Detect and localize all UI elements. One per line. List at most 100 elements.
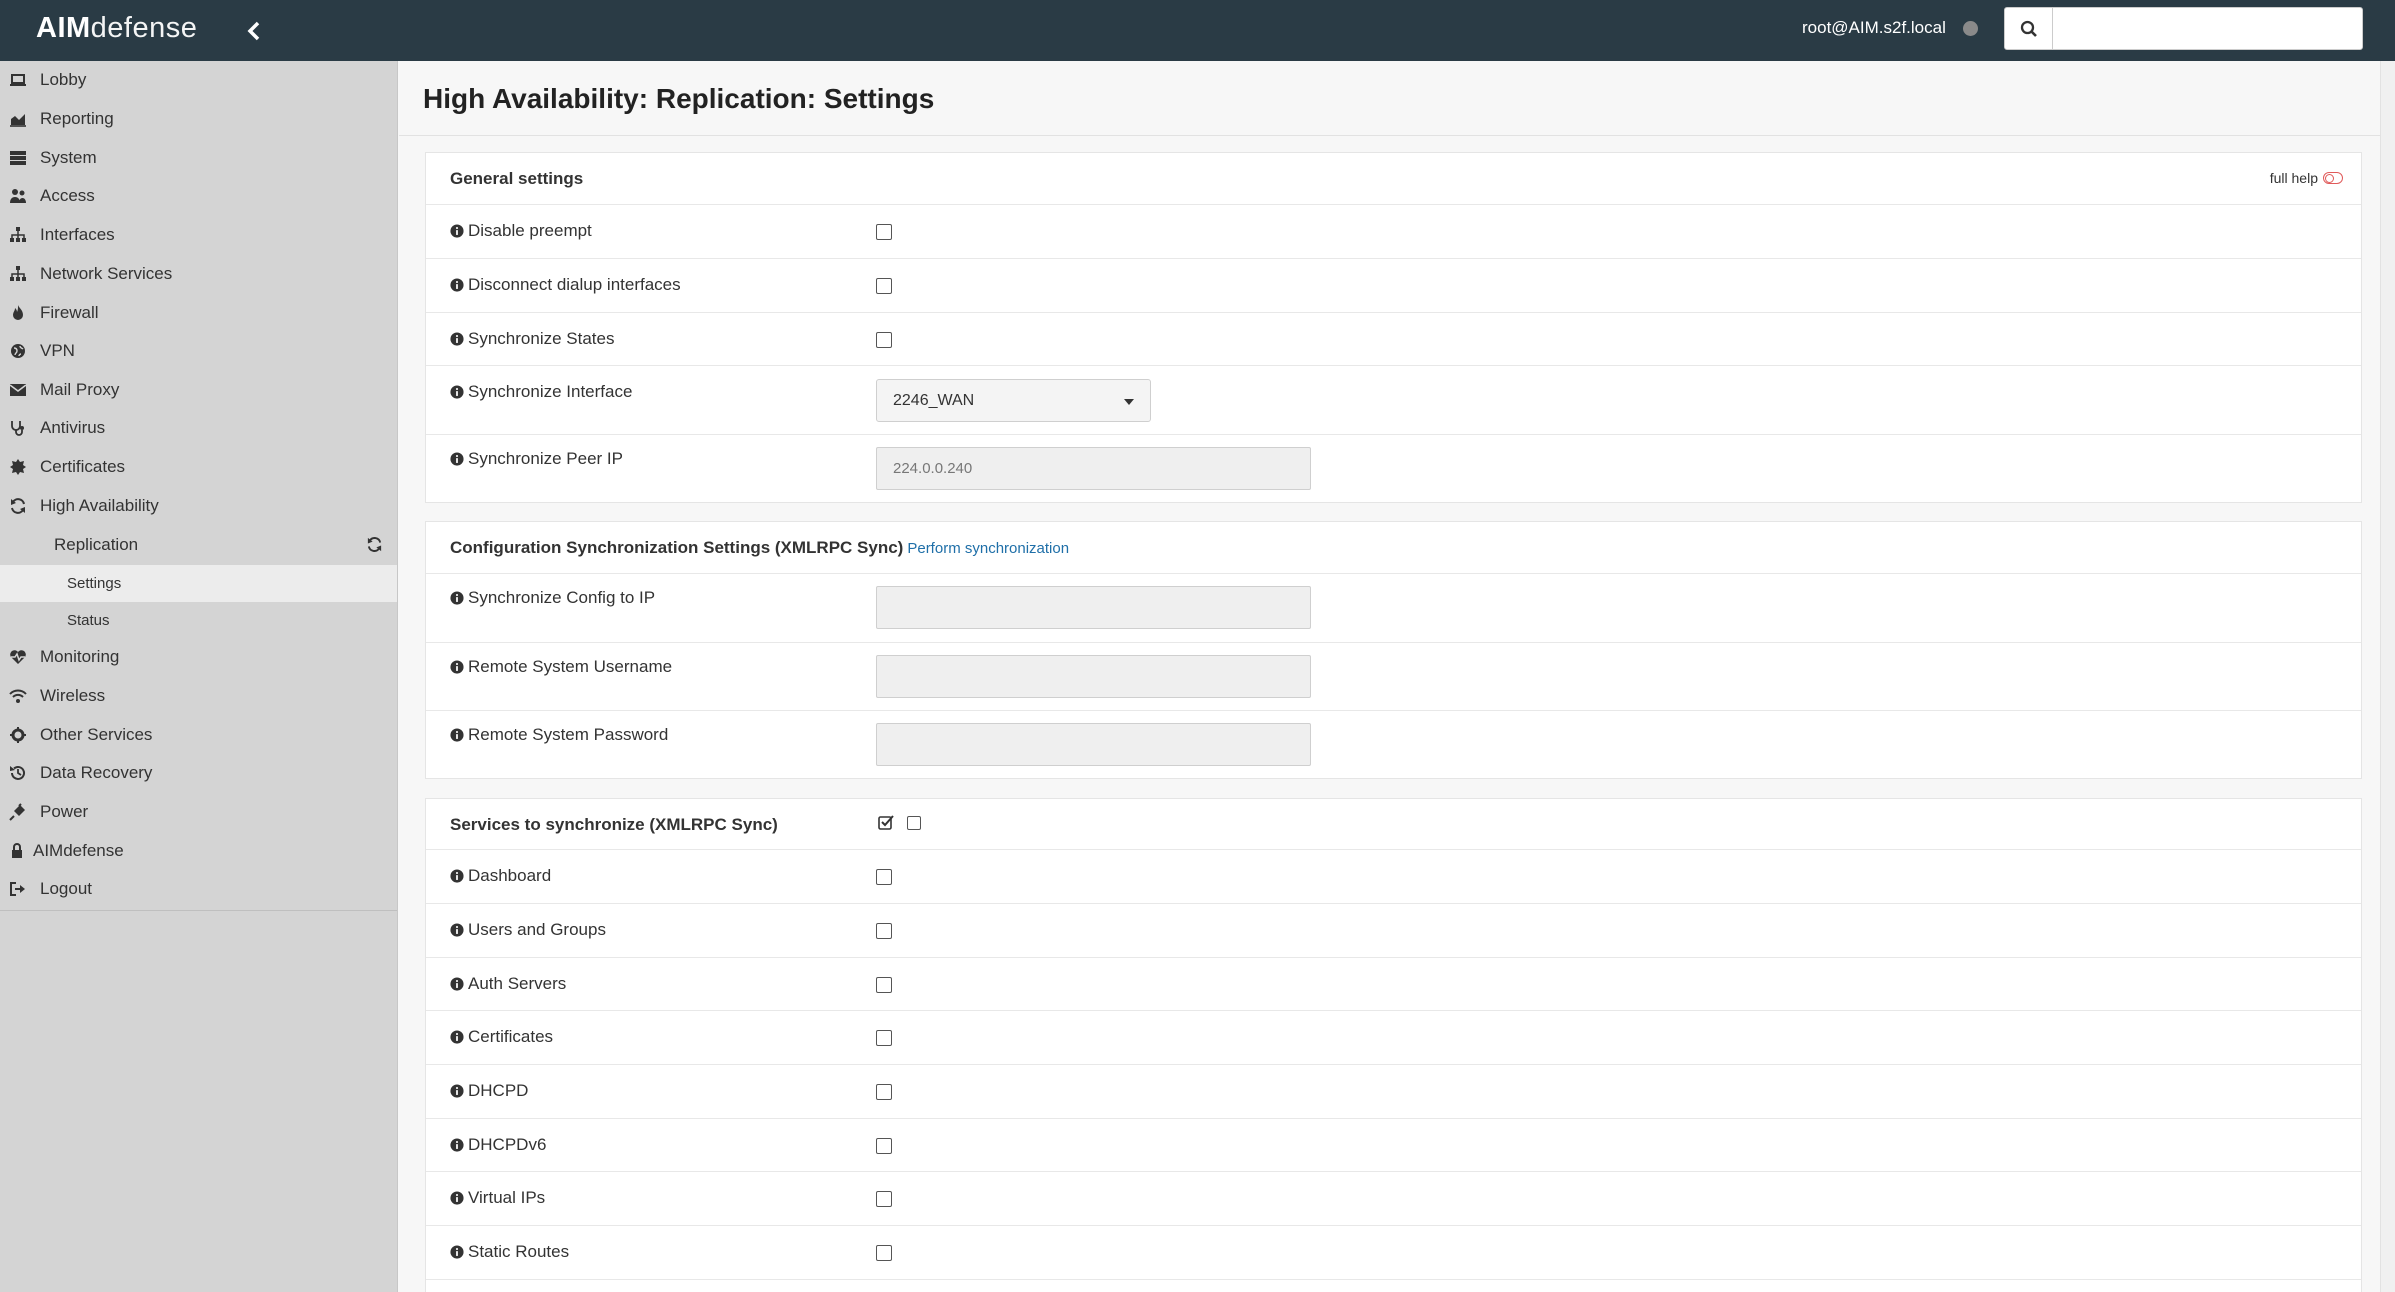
info-icon[interactable]	[450, 224, 464, 238]
label-text: Remote System Username	[468, 657, 673, 676]
service-dhcpd-checkbox[interactable]	[876, 1084, 892, 1100]
search-icon[interactable]	[2005, 8, 2053, 49]
check-square-icon[interactable]	[878, 814, 895, 831]
user-account-label[interactable]: root@AIM.s2f.local	[1802, 18, 1946, 38]
sidebar-item-label: High Availability	[40, 496, 159, 515]
sync-interface-select[interactable]: 2246_WAN	[876, 379, 1151, 422]
sidebar-item-aimdefense[interactable]: AIMdefense	[0, 832, 397, 870]
disconnect-dialup-label: Disconnect dialup interfaces	[450, 275, 681, 295]
info-icon[interactable]	[450, 923, 464, 937]
brand-logo[interactable]: AIMdefense	[36, 12, 197, 45]
info-icon[interactable]	[450, 332, 464, 346]
sync-peer-ip-input[interactable]: 224.0.0.240	[876, 447, 1311, 490]
sync-states-checkbox[interactable]	[876, 332, 892, 348]
envelope-icon	[9, 384, 27, 396]
label-text: Remote System Password	[468, 725, 669, 744]
sidebar-item-wireless[interactable]: Wireless	[0, 677, 397, 715]
full-help-toggle[interactable]: full help	[2270, 170, 2343, 186]
sidebar-item-certificates[interactable]: Certificates	[0, 448, 397, 486]
globe-icon	[11, 344, 25, 358]
sync-config-ip-label: Synchronize Config to IP	[450, 588, 655, 608]
sidebar-item-lobby[interactable]: Lobby	[0, 61, 397, 99]
service-auth-servers-checkbox[interactable]	[876, 977, 892, 993]
service-dhcpdv6-checkbox[interactable]	[876, 1138, 892, 1154]
fire-icon	[13, 305, 23, 320]
service-row: DHCPD	[426, 1064, 2361, 1118]
sidebar-item-label: Data Recovery	[40, 763, 153, 782]
page-title: High Availability: Replication: Settings	[423, 83, 935, 114]
search-input[interactable]	[2055, 10, 2355, 47]
sidebar-item-label: Lobby	[40, 70, 87, 89]
label-text: Synchronize States	[468, 329, 615, 348]
info-icon[interactable]	[450, 385, 464, 399]
search-box	[2004, 7, 2363, 50]
sidebar-item-high-availability[interactable]: High Availability	[0, 487, 397, 525]
service-users-groups-checkbox[interactable]	[876, 923, 892, 939]
label-text: DHCPD	[468, 1081, 529, 1100]
cog-icon	[10, 727, 26, 743]
sidebar-item-system[interactable]: System	[0, 139, 397, 177]
sync-states-label: Synchronize States	[450, 329, 614, 349]
info-icon[interactable]	[450, 660, 464, 674]
sidebar-item-logout[interactable]: Logout	[0, 870, 397, 908]
info-icon[interactable]	[450, 1245, 464, 1259]
info-icon[interactable]	[450, 728, 464, 742]
sitemap-icon	[10, 227, 26, 242]
sidebar-item-reporting[interactable]: Reporting	[0, 100, 397, 138]
sidebar-item-interfaces[interactable]: Interfaces	[0, 216, 397, 254]
sidebar-item-monitoring[interactable]: Monitoring	[0, 638, 397, 676]
sidebar-item-data-recovery[interactable]: Data Recovery	[0, 754, 397, 792]
page-scrollbar[interactable]	[2380, 61, 2395, 1292]
sidebar-item-label: Wireless	[40, 686, 106, 705]
service-label: Static Routes	[450, 1242, 569, 1262]
info-icon[interactable]	[450, 591, 464, 605]
sync-config-ip-input[interactable]	[876, 586, 1311, 629]
sync-states-row: Synchronize States	[426, 312, 2361, 365]
sidebar-item-mail-proxy[interactable]: Mail Proxy	[0, 371, 397, 409]
toggle-off-icon	[2323, 172, 2343, 184]
label-text: Synchronize Interface	[468, 382, 633, 401]
sidebar-item-replication[interactable]: Replication	[0, 526, 397, 565]
service-certificates-checkbox[interactable]	[876, 1030, 892, 1046]
sidebar-item-firewall[interactable]: Firewall	[0, 294, 397, 332]
sidebar-item-label: AIMdefense	[33, 841, 124, 860]
disable-preempt-checkbox[interactable]	[876, 224, 892, 240]
area-chart-icon	[10, 114, 26, 127]
remote-pass-row: Remote System Password	[426, 710, 2361, 778]
remote-user-input[interactable]	[876, 655, 1311, 698]
info-icon[interactable]	[450, 1138, 464, 1152]
remote-pass-input[interactable]	[876, 723, 1311, 766]
info-icon[interactable]	[450, 1191, 464, 1205]
info-icon[interactable]	[450, 452, 464, 466]
info-icon[interactable]	[450, 977, 464, 991]
status-indicator-icon	[1963, 21, 1978, 36]
perform-sync-link[interactable]: Perform synchronization	[907, 540, 1069, 557]
sidebar-item-status[interactable]: Status	[0, 602, 397, 638]
service-label: DHCPD	[450, 1081, 528, 1101]
caret-down-icon	[1124, 399, 1134, 405]
sidebar-item-other-services[interactable]: Other Services	[0, 716, 397, 754]
sidebar-collapse-icon[interactable]	[243, 18, 265, 44]
sidebar-item-vpn[interactable]: VPN	[0, 332, 397, 370]
info-icon[interactable]	[450, 1084, 464, 1098]
sidebar-divider	[0, 910, 397, 911]
service-row: Static Routes	[426, 1225, 2361, 1279]
sidebar-item-power[interactable]: Power	[0, 793, 397, 831]
sidebar-item-settings[interactable]: Settings	[0, 565, 397, 602]
select-none-checkbox[interactable]	[907, 816, 921, 830]
sidebar-item-label: Firewall	[40, 303, 99, 322]
label-text: Disconnect dialup interfaces	[468, 275, 681, 294]
info-icon[interactable]	[450, 869, 464, 883]
sidebar-item-access[interactable]: Access	[0, 177, 397, 215]
disconnect-dialup-row: Disconnect dialup interfaces	[426, 258, 2361, 312]
service-static-routes-checkbox[interactable]	[876, 1245, 892, 1261]
info-icon[interactable]	[450, 1030, 464, 1044]
service-virtual-ips-checkbox[interactable]	[876, 1191, 892, 1207]
disconnect-dialup-checkbox[interactable]	[876, 278, 892, 294]
service-dashboard-checkbox[interactable]	[876, 869, 892, 885]
select-value: 2246_WAN	[893, 392, 975, 409]
sidebar-item-antivirus[interactable]: Antivirus	[0, 409, 397, 447]
sidebar-item-network-services[interactable]: Network Services	[0, 255, 397, 293]
info-icon[interactable]	[450, 278, 464, 292]
label-text: Users and Groups	[468, 920, 606, 939]
